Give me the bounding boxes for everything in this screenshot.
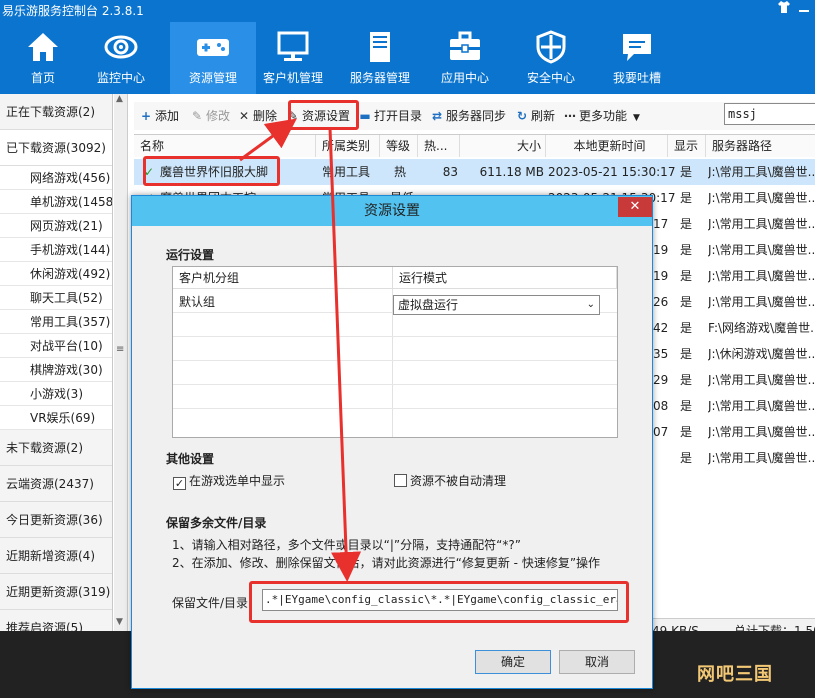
arrow-row-to-settings (239, 118, 297, 162)
annotation-arrows (239, 118, 362, 582)
app-window: 易乐游服务控制台 2.3.8.1 首页 监控中心 资源管理 客户机管理 服务器管… (0, 0, 815, 698)
arrow-settings-to-input (328, 127, 362, 582)
